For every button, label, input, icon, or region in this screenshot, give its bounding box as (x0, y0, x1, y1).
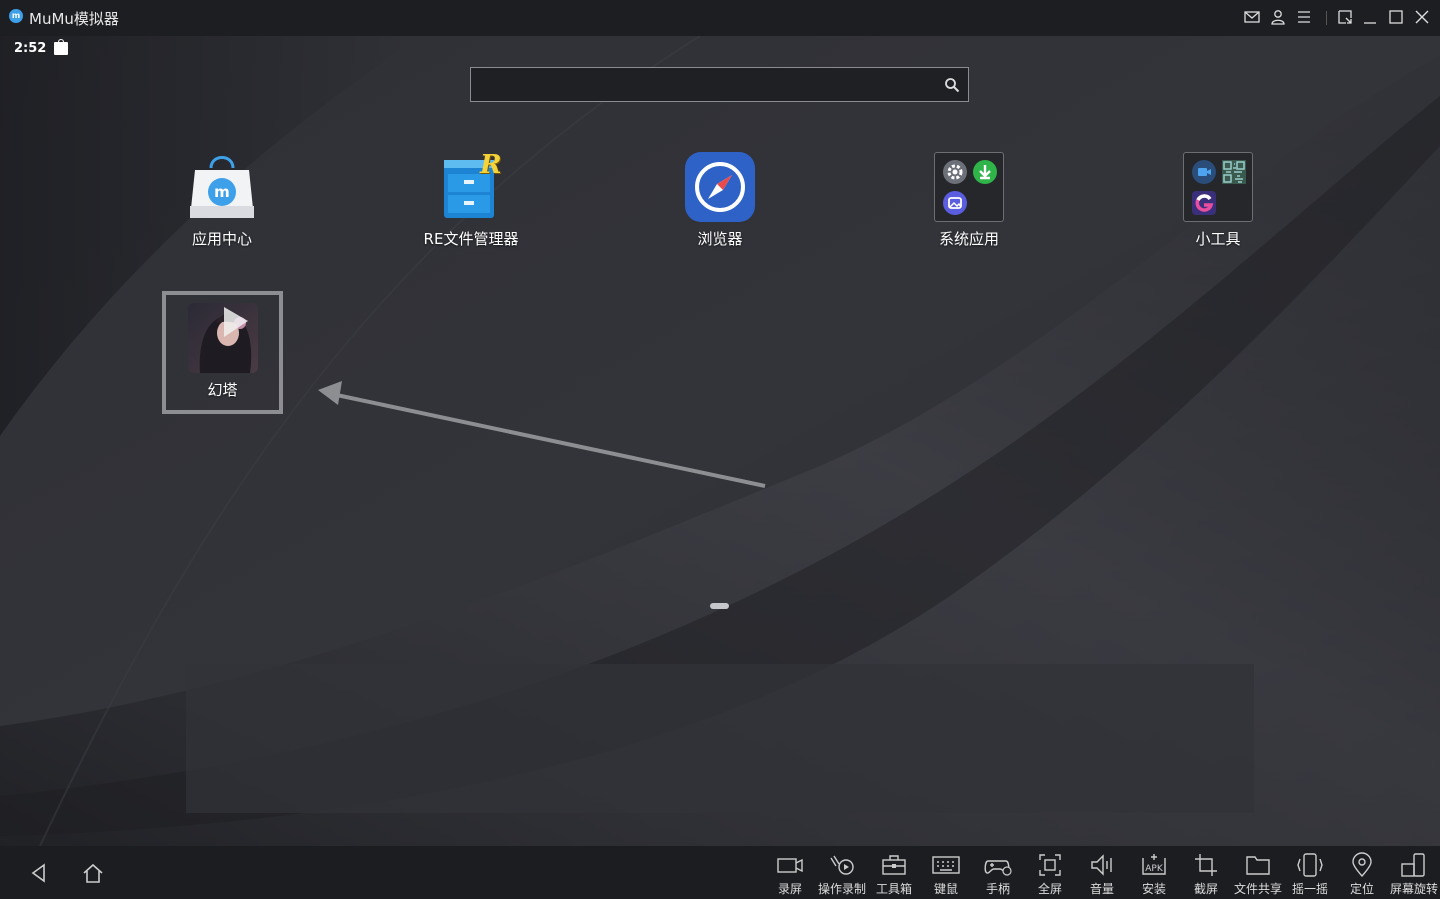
volume-icon (1091, 854, 1112, 876)
title-bar: m MuMu模拟器 (0, 0, 1440, 36)
android-screen: 2:52 m 应用中心 R RE文件管理器 浏览器 系统应用 小工具 幻塔 (0, 36, 1440, 846)
macro-record-icon (830, 855, 854, 875)
screenshot-crop-icon (1195, 854, 1217, 876)
app-dock (186, 664, 1254, 813)
tool-label: 截屏 (1193, 882, 1218, 896)
mail-icon[interactable] (1243, 8, 1261, 26)
home-icon[interactable] (82, 862, 104, 884)
tool-screenshot[interactable]: 截屏 (1180, 852, 1232, 897)
tool-shake[interactable]: 摇一摇 (1284, 852, 1336, 897)
keyboard-icon (932, 856, 960, 874)
tool-label: 操作录制 (817, 882, 866, 896)
tool-label: 安装 (1141, 882, 1166, 896)
menu-icon[interactable] (1295, 8, 1313, 26)
arrow-head-icon (318, 381, 342, 405)
tool-label: 键鼠 (933, 882, 958, 896)
apk-install-icon: APK (1142, 854, 1166, 875)
tool-macro-record[interactable]: 操作录制 (816, 852, 868, 897)
rotate-screen-icon (1401, 853, 1425, 877)
tool-label: 文件共享 (1233, 882, 1282, 896)
maximize-icon[interactable] (1387, 8, 1405, 26)
user-icon[interactable] (1269, 8, 1287, 26)
tool-label: 手柄 (985, 882, 1010, 896)
window-title: MuMu模拟器 (29, 10, 119, 28)
titlebar-divider (1326, 11, 1327, 25)
tool-apk-install[interactable]: APK 安装 (1128, 852, 1180, 897)
tool-keyboard-mouse[interactable]: 键鼠 (920, 852, 972, 897)
folder-share-icon (1246, 856, 1270, 875)
tool-label: 录屏 (777, 882, 802, 896)
close-icon[interactable] (1413, 8, 1431, 26)
minimize-icon[interactable] (1361, 8, 1379, 26)
mumu-logo-icon: m (9, 9, 23, 23)
screen-icon[interactable] (1336, 8, 1354, 26)
tool-gamepad[interactable]: 手柄 (972, 852, 1024, 897)
shake-icon (1297, 853, 1323, 877)
tool-label: 摇一摇 (1291, 882, 1328, 896)
svg-text:APK: APK (1145, 864, 1164, 874)
page-indicator (710, 603, 729, 609)
location-pin-icon (1352, 852, 1372, 878)
tool-toolbox[interactable]: 工具箱 (868, 852, 920, 897)
tool-location[interactable]: 定位 (1336, 852, 1388, 897)
back-icon[interactable] (28, 862, 50, 884)
tool-file-share[interactable]: 文件共享 (1232, 852, 1284, 897)
gamepad-icon (984, 860, 1012, 876)
tool-volume[interactable]: 音量 (1076, 852, 1128, 897)
record-screen-icon (777, 858, 803, 873)
tool-label: 音量 (1089, 882, 1114, 896)
tool-label: 定位 (1349, 882, 1374, 896)
fullscreen-icon (1039, 854, 1061, 876)
tool-fullscreen[interactable]: 全屏 (1024, 852, 1076, 897)
tool-rotate-screen[interactable]: 屏幕旋转 (1388, 852, 1440, 897)
toolbox-icon (882, 855, 906, 875)
tool-record-screen[interactable]: 录屏 (764, 852, 816, 897)
tool-label: 全屏 (1037, 882, 1062, 896)
tool-label: 工具箱 (875, 882, 912, 896)
bottom-toolbar: 录屏 操作录制 工具箱 键鼠 手柄 全屏 音量 APK 安装 截屏 文件共享 摇… (0, 846, 1440, 899)
tool-label: 屏幕旋转 (1389, 882, 1438, 896)
